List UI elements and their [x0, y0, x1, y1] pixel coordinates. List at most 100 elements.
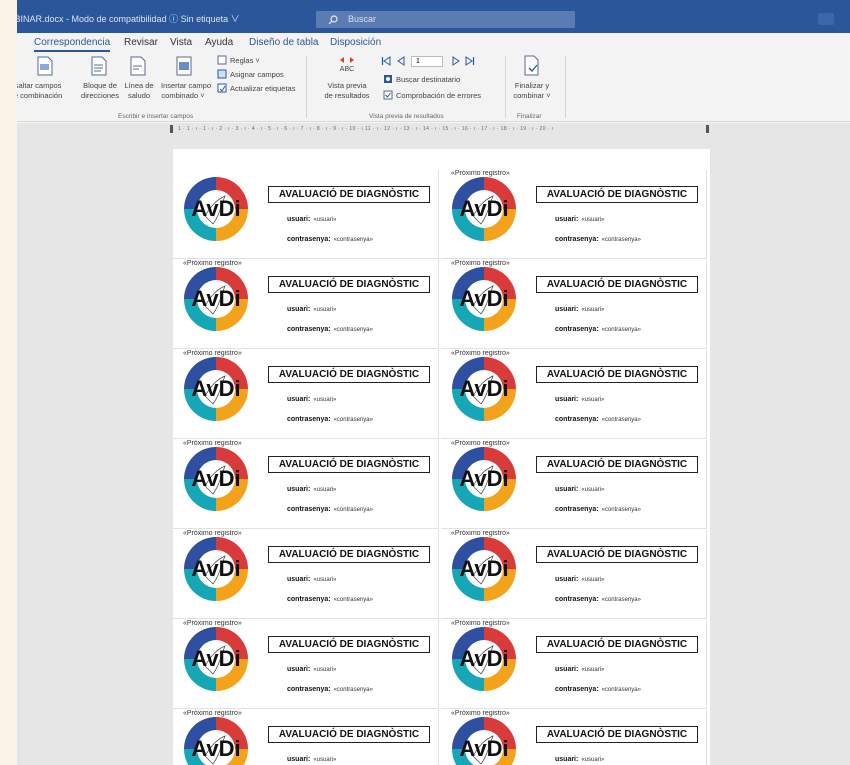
- document-page[interactable]: AvDi AVALUACIÓ DE DIAGNÒSTIC usuari: «usu…: [173, 149, 710, 765]
- label-cell[interactable]: «Próximo registro» AvDi AVALUACIÓ DE DIA…: [173, 260, 439, 349]
- user-value: «usuari»: [313, 757, 337, 763]
- match-fields-icon: [217, 69, 227, 79]
- avdi-logo: AvDi: [452, 537, 516, 601]
- user-label: usuari:: [555, 666, 579, 673]
- avdi-logo: AvDi: [452, 717, 516, 765]
- label-cell[interactable]: «Próximo registro» AvDi AVALUACIÓ DE DIA…: [173, 440, 439, 529]
- user-label: usuari:: [287, 576, 311, 583]
- password-field: contrasenya: «contrasenya»: [555, 326, 641, 333]
- user-value: «usuari»: [313, 577, 337, 583]
- tab-vista[interactable]: Vista: [170, 37, 192, 48]
- user-label: usuari:: [555, 756, 579, 763]
- banner: AVALUACIÓ DE DIAGNÒSTIC: [536, 186, 698, 203]
- user-field: usuari: «usuari»: [555, 396, 604, 403]
- last-record-icon[interactable]: [465, 56, 475, 66]
- user-value: «usuari»: [313, 487, 337, 493]
- label-cell[interactable]: «Próximo registro» AvDi AVALUACIÓ DE DIA…: [441, 530, 707, 619]
- ruler-right-marker[interactable]: [706, 125, 709, 133]
- label-cell[interactable]: «Próximo registro» AvDi AVALUACIÓ DE DIA…: [441, 350, 707, 439]
- address-block-line2: direcciones: [81, 91, 119, 100]
- banner: AVALUACIÓ DE DIAGNÒSTIC: [536, 546, 698, 563]
- search-box[interactable]: Buscar: [316, 11, 575, 28]
- user-value: «usuari»: [313, 217, 337, 223]
- avdi-logo: AvDi: [452, 627, 516, 691]
- ruler-left-marker[interactable]: [170, 125, 173, 133]
- password-label: contrasenya:: [555, 596, 599, 603]
- logo-text: AvDi: [459, 466, 508, 491]
- logo-text: AvDi: [191, 556, 240, 581]
- group-separator-2: [505, 56, 506, 118]
- tab-disposicion[interactable]: Disposición: [330, 37, 381, 48]
- greeting-line-icon: [130, 56, 146, 76]
- banner: AVALUACIÓ DE DIAGNÒSTIC: [536, 636, 698, 653]
- label-cell[interactable]: «Próximo registro» AvDi AVALUACIÓ DE DIA…: [441, 620, 707, 709]
- label-cell[interactable]: «Próximo registro» AvDi AVALUACIÓ DE DIA…: [173, 710, 439, 765]
- group-separator: [306, 56, 307, 118]
- password-value: «contrasenya»: [333, 327, 373, 333]
- user-field: usuari: «usuari»: [555, 306, 604, 313]
- password-label: contrasenya:: [555, 506, 599, 513]
- insert-field-line1: Insertar campo: [160, 81, 212, 90]
- label-cell[interactable]: «Próximo registro» AvDi AVALUACIÓ DE DIA…: [173, 620, 439, 709]
- password-field: contrasenya: «contrasenya»: [555, 236, 641, 243]
- user-label: usuari:: [287, 396, 311, 403]
- user-field: usuari: «usuari»: [555, 486, 604, 493]
- search-placeholder: Buscar: [348, 14, 377, 24]
- user-value: «usuari»: [313, 307, 337, 313]
- user-label: usuari:: [555, 486, 579, 493]
- user-field: usuari: «usuari»: [555, 666, 604, 673]
- user-value: «usuari»: [581, 577, 605, 583]
- find-recipient-button[interactable]: Buscar destinatario: [396, 75, 460, 84]
- user-label: usuari:: [287, 216, 311, 223]
- label-cell[interactable]: «Próximo registro» AvDi AVALUACIÓ DE DIA…: [441, 260, 707, 349]
- banner: AVALUACIÓ DE DIAGNÒSTIC: [536, 366, 698, 383]
- record-number-input[interactable]: 1: [411, 56, 443, 67]
- find-recipient-icon: [384, 75, 392, 83]
- rules-button[interactable]: Reglas ˅: [230, 56, 260, 65]
- tab-correspondencia[interactable]: Correspondencia: [34, 37, 111, 52]
- first-record-icon[interactable]: [381, 56, 391, 66]
- next-record-icon[interactable]: [451, 56, 461, 66]
- avdi-logo: AvDi: [452, 447, 516, 511]
- label-cell[interactable]: «Próximo registro» AvDi AVALUACIÓ DE DIA…: [173, 530, 439, 619]
- preview-line2: de resultados: [324, 91, 370, 100]
- check-errors-button[interactable]: Comprobación de errores: [396, 91, 481, 100]
- tab-revisar[interactable]: Revisar: [124, 37, 158, 48]
- label-cell[interactable]: «Próximo registro» AvDi AVALUACIÓ DE DIA…: [173, 350, 439, 439]
- user-field: usuari: «usuari»: [287, 216, 336, 223]
- greeting-line-line1: Línea de: [124, 81, 154, 90]
- ribbon-tabs: s Correspondencia Revisar Vista Ayuda Di…: [0, 33, 850, 52]
- password-field: contrasenya: «contrasenya»: [555, 416, 641, 423]
- label-cell[interactable]: «Próximo registro» AvDi AVALUACIÓ DE DIA…: [441, 440, 707, 529]
- update-labels-button[interactable]: Actualizar etiquetas: [230, 84, 295, 93]
- banner: AVALUACIÓ DE DIAGNÒSTIC: [268, 726, 430, 743]
- password-value: «contrasenya»: [601, 597, 641, 603]
- insert-field-icon: [176, 56, 192, 76]
- avdi-logo: AvDi: [184, 177, 248, 241]
- logo-text: AvDi: [191, 196, 240, 221]
- user-field: usuari: «usuari»: [555, 216, 604, 223]
- label-cell[interactable]: AvDi AVALUACIÓ DE DIAGNÒSTIC usuari: «usu…: [173, 170, 439, 259]
- logo-text: AvDi: [191, 736, 240, 761]
- match-fields-button[interactable]: Asignar campos: [230, 70, 284, 79]
- group-label-finish: Finalizar: [517, 113, 542, 120]
- user-label: usuari:: [287, 666, 311, 673]
- rules-icon: [217, 55, 227, 65]
- password-field: contrasenya: «contrasenya»: [287, 506, 373, 513]
- logo-text: AvDi: [459, 376, 508, 401]
- password-label: contrasenya:: [287, 506, 331, 513]
- user-label: usuari:: [555, 396, 579, 403]
- logo-text: AvDi: [459, 556, 508, 581]
- label-cell[interactable]: «Próximo registro» AvDi AVALUACIÓ DE DIA…: [441, 170, 707, 259]
- password-label: contrasenya:: [555, 326, 599, 333]
- password-field: contrasenya: «contrasenya»: [555, 686, 641, 693]
- account-icon[interactable]: [818, 13, 834, 25]
- tab-diseno-tabla[interactable]: Diseño de tabla: [249, 37, 319, 48]
- label-cell[interactable]: «Próximo registro» AvDi AVALUACIÓ DE DIA…: [441, 710, 707, 765]
- logo-text: AvDi: [191, 286, 240, 311]
- tab-ayuda[interactable]: Ayuda: [205, 37, 233, 48]
- user-field: usuari: «usuari»: [287, 396, 336, 403]
- password-label: contrasenya:: [287, 326, 331, 333]
- previous-record-icon[interactable]: [396, 56, 406, 66]
- avdi-logo: AvDi: [452, 177, 516, 241]
